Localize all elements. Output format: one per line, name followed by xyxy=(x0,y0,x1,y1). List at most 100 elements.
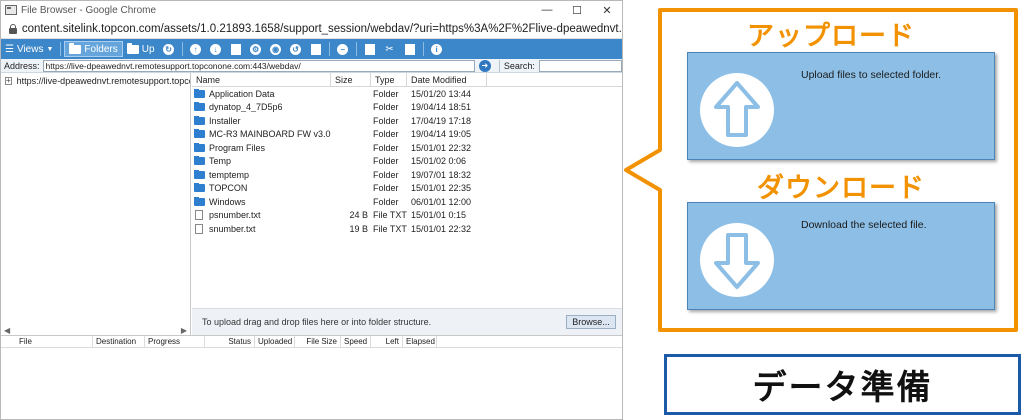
folder-icon xyxy=(194,169,205,179)
folder-icon xyxy=(194,115,205,125)
file-name-cell: Program Files xyxy=(192,142,331,153)
file-type: Folder xyxy=(373,156,399,167)
transfer-column-header[interactable]: Elapsed xyxy=(403,335,437,348)
upload-drop-zone[interactable]: To upload drag and drop files here or in… xyxy=(192,308,622,335)
tree-root-label[interactable]: https://live-dpeawednvt.remotesupport.to… xyxy=(17,76,190,86)
file-name-cell: dynatop_4_7D5p6 xyxy=(192,102,331,112)
file-list: Name Size Type Date Modified Application… xyxy=(192,72,622,305)
file-row[interactable]: temptemp Folder 19/07/01 18:32 xyxy=(192,168,622,182)
file-row[interactable]: snumber.txt 19 B File TXT 15/01/01 22:32 xyxy=(192,222,622,236)
column-header-size[interactable]: Size xyxy=(331,72,371,87)
url-bar[interactable]: content.sitelink.topcon.com/assets/1.0.2… xyxy=(1,19,622,39)
column-header-name[interactable]: Name xyxy=(192,72,331,87)
window-title: File Browser - Google Chrome xyxy=(21,4,157,16)
transfer-column-header[interactable]: Speed xyxy=(341,335,371,348)
file-row[interactable]: Application Data Folder 15/01/20 13:44 xyxy=(192,87,622,101)
go-arrow-icon[interactable]: ➜ xyxy=(478,59,491,72)
file-name-cell: Application Data xyxy=(192,88,331,99)
history-icon[interactable]: ↺ xyxy=(288,42,304,56)
url-text[interactable]: content.sitelink.topcon.com/assets/1.0.2… xyxy=(22,23,622,35)
file-name-cell: Windows xyxy=(192,196,331,207)
paste-icon[interactable] xyxy=(402,42,418,56)
minimize-icon[interactable]: — xyxy=(532,1,562,19)
data-preparation-label: データ準備 xyxy=(752,368,933,408)
transfer-column-header[interactable]: Destination xyxy=(93,335,145,348)
column-header-type[interactable]: Type xyxy=(371,72,407,87)
file-row[interactable]: Temp Folder 15/01/02 0:06 xyxy=(192,155,622,169)
address-input[interactable]: https://live-dpeawednvt.remotesupport.to… xyxy=(42,59,475,72)
search-label: Search: xyxy=(503,60,535,71)
file-type: Folder xyxy=(373,183,399,194)
info-icon[interactable]: i xyxy=(429,42,445,56)
upload-message: To upload drag and drop files here or in… xyxy=(202,317,432,327)
transfer-column-header[interactable]: Progress xyxy=(145,335,205,348)
folder-icon xyxy=(194,102,205,112)
toolbar-separator xyxy=(328,42,330,56)
file-name: psnumber.txt xyxy=(209,210,261,221)
list-icon: ☰ xyxy=(5,43,14,55)
maximize-icon[interactable]: ☐ xyxy=(562,1,592,19)
globe-icon[interactable]: ◉ xyxy=(268,42,284,56)
file-list-header: Name Size Type Date Modified xyxy=(192,72,622,87)
scroll-right-icon[interactable]: ▶ xyxy=(181,326,187,335)
file-type: Folder xyxy=(373,88,399,99)
file-type: File TXT xyxy=(373,210,407,221)
file-name: MC-R3 MAINBOARD FW v3.0.7 xyxy=(209,129,331,140)
toolbar-separator xyxy=(422,42,424,56)
file-type: Folder xyxy=(373,142,399,153)
upload-icon[interactable]: ↑ xyxy=(188,42,204,56)
views-button[interactable]: ☰ Views ▼ xyxy=(1,41,57,57)
refresh-icon[interactable]: ↻ xyxy=(161,42,177,56)
download-icon[interactable]: ↓ xyxy=(208,42,224,56)
file-type: Folder xyxy=(373,196,399,207)
folders-button[interactable]: Folders xyxy=(64,41,123,57)
settings-icon[interactable]: ⚙ xyxy=(248,42,264,56)
transfer-column-header[interactable]: File xyxy=(1,335,93,348)
address-row: Address: https://live-dpeawednvt.remotes… xyxy=(1,59,622,73)
file-date: 06/01/01 12:00 xyxy=(411,196,472,207)
file-name: Program Files xyxy=(209,142,266,153)
tree-root-item[interactable]: + https://live-dpeawednvt.remotesupport.… xyxy=(1,74,190,88)
transfer-column-header[interactable]: File Size xyxy=(295,335,341,348)
toolbar-separator xyxy=(355,42,357,56)
column-header-date[interactable]: Date Modified xyxy=(407,72,487,87)
file-browser-toolbar: ☰ Views ▼ Folders Up ↻ ↑ ↓ ⚙ ◉ ↺ − ✂ i xyxy=(1,39,622,59)
expand-icon[interactable]: + xyxy=(5,77,12,85)
delete-icon[interactable]: − xyxy=(335,42,351,56)
file-date: 15/01/20 13:44 xyxy=(411,88,472,99)
scroll-left-icon[interactable]: ◀ xyxy=(4,326,10,335)
folder-tree: + https://live-dpeawednvt.remotesupport.… xyxy=(1,73,191,335)
up-button[interactable]: Up xyxy=(123,41,159,57)
file-row[interactable]: Program Files Folder 15/01/01 22:32 xyxy=(192,141,622,155)
file-row[interactable]: Installer Folder 17/04/19 17:18 xyxy=(192,114,622,128)
file-row[interactable]: TOPCON Folder 15/01/01 22:35 xyxy=(192,182,622,196)
file-date: 19/04/14 19:05 xyxy=(411,129,472,140)
transfer-queue-header: File Destination Progress Status Uploaded Fil… xyxy=(1,335,622,348)
transfer-column-header[interactable]: Left xyxy=(371,335,403,348)
file-row[interactable]: MC-R3 MAINBOARD FW v3.0.7 Folder 19/04/14 … xyxy=(192,128,622,142)
file-type: Folder xyxy=(373,115,399,126)
download-arrow-icon xyxy=(714,233,760,289)
file-row[interactable]: psnumber.txt 24 B File TXT 15/01/01 0:15 xyxy=(192,209,622,223)
file-date: 17/04/19 17:18 xyxy=(411,115,472,126)
tree-horizontal-scrollbar[interactable]: ◀ ▶ xyxy=(1,325,190,335)
properties-icon[interactable] xyxy=(308,42,324,56)
copy-icon[interactable] xyxy=(362,42,378,56)
file-date: 15/01/01 22:32 xyxy=(411,223,472,234)
new-folder-icon[interactable] xyxy=(228,42,244,56)
transfer-column-header[interactable]: Status xyxy=(205,335,255,348)
file-row[interactable]: Windows Folder 06/01/01 12:00 xyxy=(192,195,622,209)
transfer-queue: File Destination Progress Status Uploaded Fil… xyxy=(1,335,622,419)
file-name-cell: TOPCON xyxy=(192,183,331,193)
folder-icon xyxy=(69,42,82,54)
cut-icon[interactable]: ✂ xyxy=(382,42,398,56)
file-name: Windows xyxy=(209,196,246,207)
file-list-body: Application Data Folder 15/01/20 13:44 dyna… xyxy=(192,87,622,236)
file-row[interactable]: dynatop_4_7D5p6 Folder 19/04/14 18:51 xyxy=(192,101,622,115)
transfer-column-header[interactable]: Uploaded xyxy=(255,335,295,348)
file-size: 19 B xyxy=(349,223,368,234)
screenshot-stage: File Browser - Google Chrome — ☐ ✕ conte… xyxy=(0,0,1024,420)
file-size: 24 B xyxy=(349,210,368,221)
file-name: Installer xyxy=(209,115,241,126)
file-date: 15/01/01 22:32 xyxy=(411,142,472,153)
